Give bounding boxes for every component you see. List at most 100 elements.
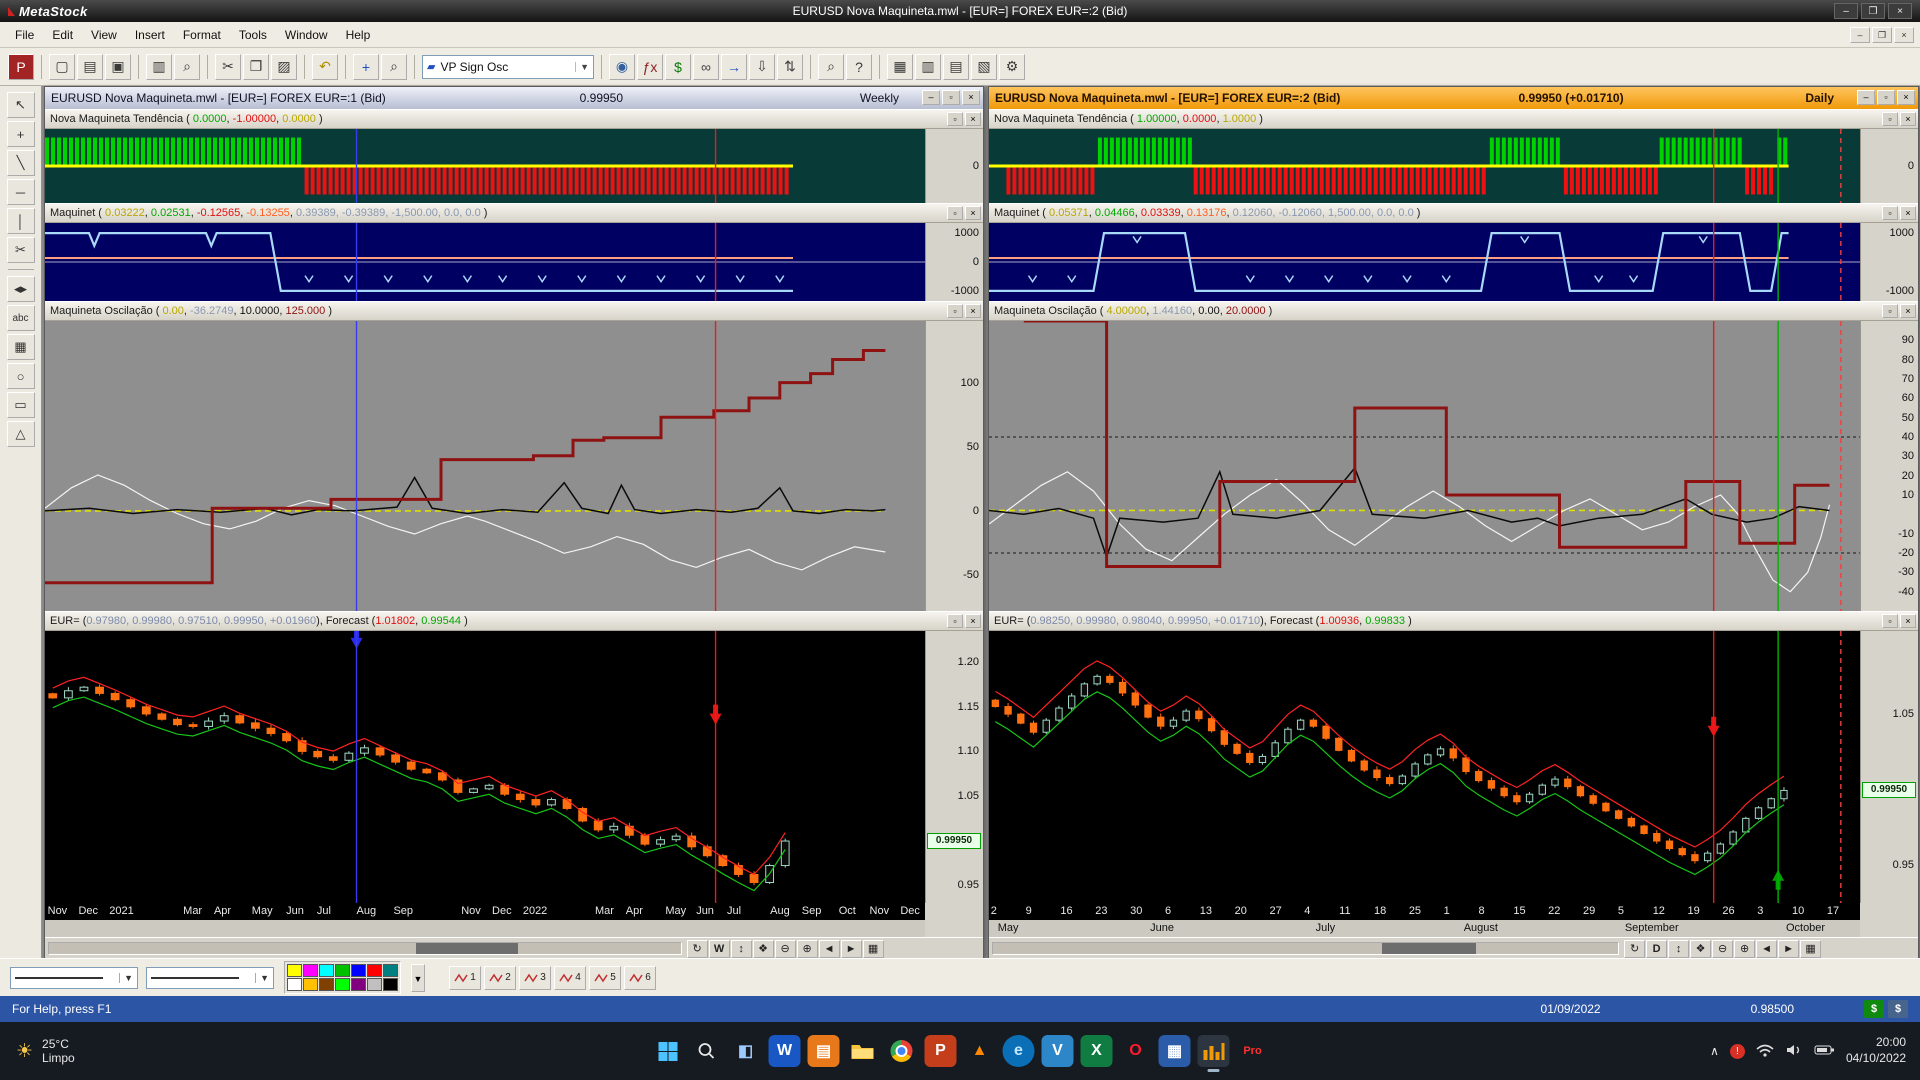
panel-restore-button[interactable]: ▫ [947, 206, 963, 220]
taskbar-trading-app-icon[interactable]: ▤ [807, 1035, 840, 1067]
grid-tool-icon[interactable]: ▦ [6, 334, 35, 360]
taskbar-word-icon[interactable]: W [768, 1035, 801, 1067]
panel-header-price[interactable]: EUR= (0.97980, 0.99980, 0.97510, 0.99950… [45, 611, 983, 631]
palette-color[interactable] [351, 964, 366, 977]
scrollbar-thumb[interactable] [416, 943, 518, 954]
crosshair-icon[interactable]: + [353, 53, 379, 80]
panel-restore-button[interactable]: ▫ [947, 112, 963, 126]
taskbar-excel-icon[interactable]: X [1080, 1035, 1113, 1067]
copy-icon[interactable]: ❐ [243, 53, 269, 80]
periodicity-button[interactable]: D [1646, 939, 1668, 958]
palette-color[interactable] [319, 964, 334, 977]
panel-restore-button[interactable]: ▫ [947, 304, 963, 318]
chart-plot-right-tendencia[interactable] [989, 129, 1860, 203]
horizontal-line-tool-icon[interactable]: ─ [6, 179, 35, 205]
help-pointer-icon[interactable]: ? [846, 53, 872, 80]
taskbar-start-button[interactable] [652, 1035, 684, 1067]
tile-vertical-icon[interactable]: ▤ [943, 53, 969, 80]
cut-icon[interactable]: ✂ [215, 53, 241, 80]
menu-window[interactable]: Window [276, 24, 337, 46]
crosshair-tool-icon[interactable]: + [6, 121, 35, 147]
taskbar-powerpoint-icon[interactable]: P [924, 1035, 957, 1067]
palette-color[interactable] [367, 964, 382, 977]
panel-header-tendencia[interactable]: Nova Maquineta Tendência ( 0.0000, -1.00… [45, 109, 983, 129]
palette-dropdown-arrow[interactable]: ▼ [411, 963, 425, 992]
palette-color[interactable] [335, 978, 350, 991]
palette-color[interactable] [287, 964, 302, 977]
scroll-left-button[interactable]: ◄ [818, 939, 840, 958]
taskbar-vscode-icon[interactable]: V [1041, 1035, 1074, 1067]
pan-button[interactable]: ❖ [752, 939, 774, 958]
undo-icon[interactable]: ↶ [312, 53, 338, 80]
drawing-style-button-5[interactable]: 5 [589, 965, 621, 990]
chart-plot-right-price[interactable] [989, 631, 1860, 903]
taskbar-search-button[interactable] [691, 1035, 723, 1067]
palette-color[interactable] [287, 978, 302, 991]
palette-color[interactable] [319, 978, 334, 991]
taskbar-pro-icon[interactable]: Pro [1237, 1035, 1269, 1067]
drawing-style-button-1[interactable]: 1 [449, 965, 481, 990]
doc-close-button[interactable]: × [1894, 26, 1914, 43]
palette-color[interactable] [383, 964, 398, 977]
new-chart-icon[interactable]: ▢ [49, 53, 75, 80]
doc-minimize-button[interactable]: – [1850, 26, 1870, 43]
taskbar-taskview-button[interactable]: ◧ [730, 1035, 762, 1067]
trendline-tool-icon[interactable]: ╲ [6, 150, 35, 176]
tile-horizontal-icon[interactable]: ▥ [915, 53, 941, 80]
taskbar-chrome-icon[interactable] [886, 1035, 918, 1067]
chart-plot-left-maquinet[interactable] [45, 223, 925, 301]
taskbar-clock[interactable]: 20:00 04/10/2022 [1846, 1035, 1906, 1066]
vertical-line-tool-icon[interactable]: │ [6, 208, 35, 234]
taskbar-metastock-icon[interactable] [1197, 1035, 1230, 1072]
explorer-binoculars-icon[interactable]: ∞ [693, 53, 719, 80]
chart-plot-left-price[interactable] [45, 631, 925, 903]
window-minimize-button[interactable]: – [922, 90, 940, 105]
taskbar-vlc-icon[interactable]: ▲ [964, 1035, 996, 1067]
refresh-button[interactable]: ↻ [686, 939, 708, 958]
menu-help[interactable]: Help [337, 24, 380, 46]
system-tester-icon[interactable]: ⇅ [777, 53, 803, 80]
taskbar-edge-icon[interactable]: e [1002, 1035, 1035, 1067]
taskbar-explorer-icon[interactable] [847, 1035, 879, 1067]
open-icon[interactable]: ▤ [77, 53, 103, 80]
palette-color[interactable] [367, 978, 382, 991]
panel-restore-button[interactable]: ▫ [1882, 206, 1898, 220]
expert-advisor-icon[interactable]: → [721, 53, 747, 80]
panel-close-button[interactable]: × [1900, 304, 1916, 318]
panel-close-button[interactable]: × [1900, 206, 1916, 220]
panel-close-button[interactable]: × [965, 614, 981, 628]
panel-close-button[interactable]: × [1900, 614, 1916, 628]
panel-restore-button[interactable]: ▫ [1882, 112, 1898, 126]
zoom-in-button[interactable]: ⊕ [1734, 939, 1756, 958]
price-scale-right-tendencia[interactable]: 0 [1860, 129, 1918, 203]
scroll-left-button[interactable]: ◄ [1756, 939, 1778, 958]
pointer-tool-icon[interactable]: ↖ [6, 92, 35, 118]
panel-restore-button[interactable]: ▫ [1882, 614, 1898, 628]
window-close-button[interactable]: × [1897, 90, 1915, 105]
taskbar-weather-widget[interactable]: ☀ 25°C Limpo [0, 1037, 91, 1065]
drawing-style-button-2[interactable]: 2 [484, 965, 516, 990]
doc-restore-button[interactable]: ❐ [1872, 26, 1892, 43]
vertical-scale-button[interactable]: ↕ [1668, 939, 1690, 958]
panel-header-maquinet[interactable]: Maquinet ( 0.05371, 0.04466, 0.03339, 0.… [989, 203, 1918, 223]
panel-header-tendencia[interactable]: Nova Maquineta Tendência ( 1.00000, 0.00… [989, 109, 1918, 129]
volume-icon[interactable] [1785, 1043, 1803, 1060]
price-scale-right-oscilacao[interactable]: 90 80 70 60 50 40 30 20 10 -10 -20 -30 -40 [1860, 321, 1918, 611]
panel-header-oscilacao[interactable]: Maquineta Oscilação ( 0.00, -36.2749, 10… [45, 301, 983, 321]
price-scale-left-oscilacao[interactable]: 100 50 0 -50 [925, 321, 983, 611]
periodicity-button[interactable]: W [708, 939, 730, 958]
refresh-button[interactable]: ↻ [1624, 939, 1646, 958]
menu-view[interactable]: View [82, 24, 126, 46]
triangle-tool-icon[interactable]: △ [6, 421, 35, 447]
app-maximize-button[interactable]: ❐ [1861, 3, 1885, 19]
chart-scrollbar[interactable] [48, 942, 682, 955]
chart-plot-left-oscilacao[interactable] [45, 321, 925, 611]
zoom-out-button[interactable]: ⊖ [1712, 939, 1734, 958]
indicator-fx-icon[interactable]: ƒx [637, 53, 663, 80]
pan-button[interactable]: ❖ [1690, 939, 1712, 958]
window-minimize-button[interactable]: – [1857, 90, 1875, 105]
zoom-in-button[interactable]: ⊕ [796, 939, 818, 958]
price-scale-left-maquinet[interactable]: 1000 0 -1000 [925, 223, 983, 301]
child-window-titlebar-left[interactable]: EURUSD Nova Maquineta.mwl - [EUR=] FOREX… [45, 87, 983, 109]
palette-color[interactable] [351, 978, 366, 991]
